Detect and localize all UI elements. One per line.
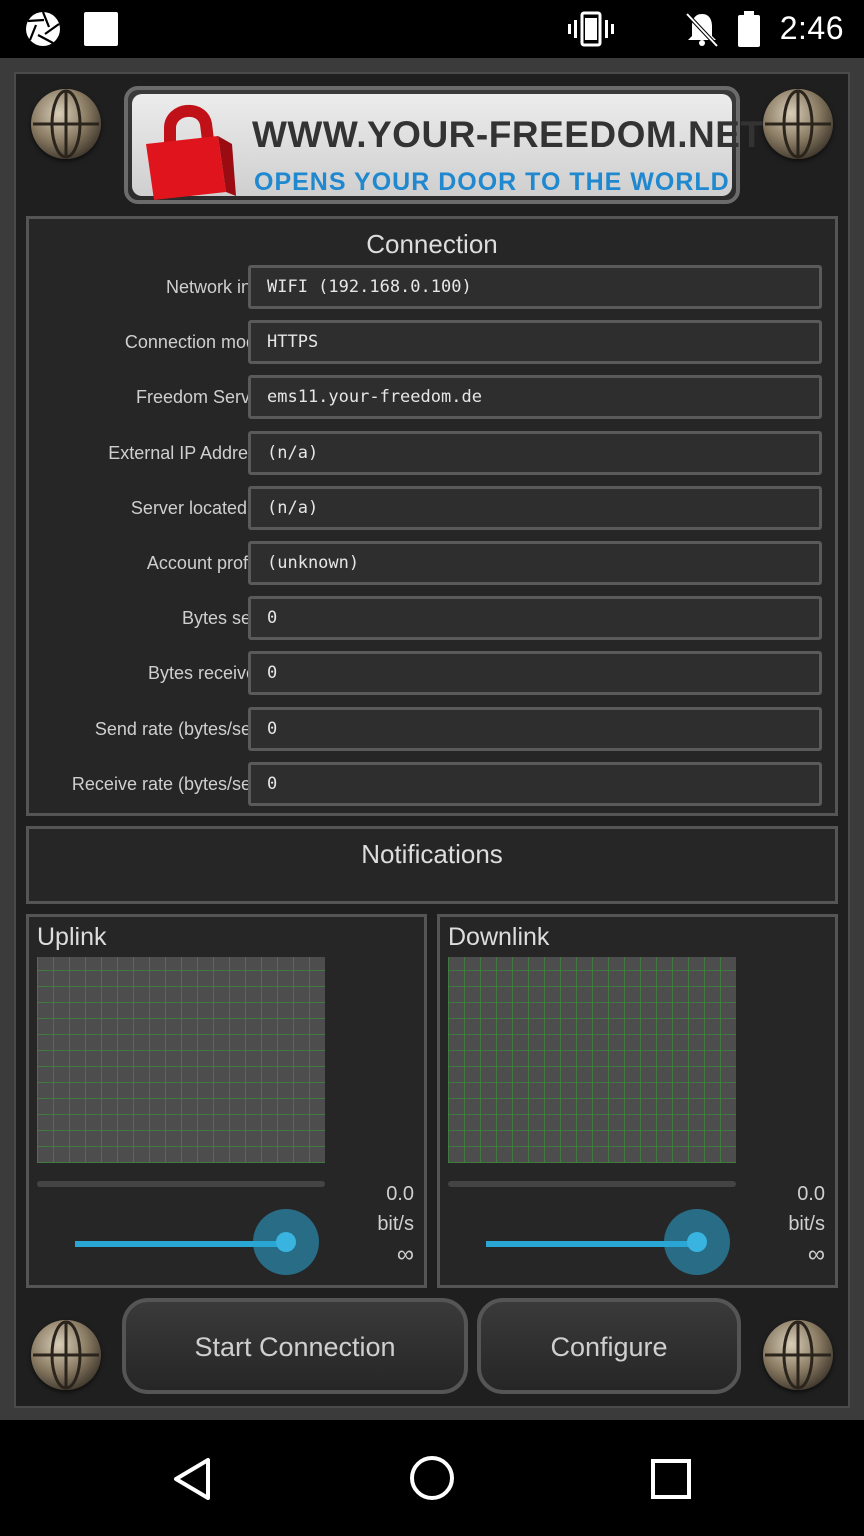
connection-title: Connection	[366, 229, 498, 259]
row-value: 0	[267, 719, 278, 739]
uplink-limit: ∞	[396, 1241, 414, 1268]
row-value-field: 0	[248, 596, 822, 640]
home-icon[interactable]	[408, 1454, 456, 1502]
lock-icon	[146, 104, 236, 200]
row-value: 0	[267, 663, 278, 683]
downlink-slider-thumb[interactable]	[664, 1209, 730, 1275]
uplink-slider-thumb[interactable]	[253, 1209, 319, 1275]
row-value-field: HTTPS	[248, 320, 822, 364]
row-label: Server located in	[130, 498, 266, 518]
downlink-panel: Downlink 0.0 bit/s ∞	[437, 914, 838, 1288]
notifications-panel[interactable]: Notifications	[26, 826, 838, 904]
logo-banner: WWW.YOUR-FREEDOM.NET OPENS YOUR DOOR TO …	[124, 86, 763, 204]
downlink-rate: 0.0	[797, 1183, 825, 1205]
globe-icon[interactable]	[31, 89, 101, 159]
row-label: External IP Address	[108, 443, 266, 463]
configure-button[interactable]: Configure	[477, 1298, 741, 1394]
aperture-icon	[26, 11, 60, 46]
row-value: HTTPS	[267, 332, 319, 352]
back-icon[interactable]	[170, 1456, 214, 1502]
uplink-level-bar	[37, 1181, 325, 1187]
no-notifications-icon	[685, 12, 719, 48]
downlink-unit: bit/s	[788, 1213, 825, 1235]
row-value-field: (n/a)	[248, 486, 822, 530]
row-value-field: 0	[248, 651, 822, 695]
row-value: WIFI (192.168.0.100)	[267, 277, 472, 297]
start-connection-label: Start Connection	[194, 1332, 396, 1362]
banner-title: WWW.YOUR-FREEDOM.NET	[252, 114, 764, 155]
navigation-bar	[0, 1420, 864, 1536]
row-label: Freedom Server	[135, 387, 266, 407]
row-value: ems11.your-freedom.de	[267, 387, 482, 407]
vibrate-icon	[568, 11, 614, 47]
globe-icon[interactable]	[31, 1320, 101, 1390]
uplink-panel: Uplink 0.0 bit/s ∞	[26, 914, 427, 1288]
row-value: (unknown)	[267, 553, 360, 573]
row-value-field: (unknown)	[248, 541, 822, 585]
globe-icon[interactable]	[763, 89, 833, 159]
row-value: 0	[267, 774, 278, 794]
notifications-title: Notifications	[361, 839, 503, 869]
uplink-title: Uplink	[37, 923, 107, 951]
row-value-field: WIFI (192.168.0.100)	[248, 265, 822, 309]
row-label: Send rate (bytes/sec)	[94, 719, 266, 739]
row-value-field: (n/a)	[248, 431, 822, 475]
uplink-graph	[37, 957, 325, 1163]
image-icon	[84, 12, 118, 46]
row-label: Receive rate (bytes/sec)	[71, 774, 266, 794]
globe-icon[interactable]	[763, 1320, 833, 1390]
downlink-graph	[448, 957, 736, 1163]
uplink-rate: 0.0	[386, 1183, 414, 1205]
uplink-unit: bit/s	[377, 1213, 414, 1235]
banner-subtitle: OPENS YOUR DOOR TO THE WORLD	[254, 168, 730, 196]
start-connection-button[interactable]: Start Connection	[122, 1298, 468, 1394]
row-value: 0	[267, 608, 278, 628]
row-value: (n/a)	[267, 498, 319, 518]
battery-icon	[738, 11, 760, 47]
row-value-field: 0	[248, 707, 822, 751]
status-bar: 2:46	[0, 0, 864, 58]
row-value: (n/a)	[267, 443, 319, 463]
downlink-level-bar	[448, 1181, 736, 1187]
downlink-limit: ∞	[807, 1241, 825, 1268]
clock: 2:46	[779, 10, 844, 46]
configure-label: Configure	[550, 1332, 668, 1362]
row-label: Connection mode	[124, 332, 266, 352]
row-value-field: ems11.your-freedom.de	[248, 375, 822, 419]
downlink-title: Downlink	[448, 923, 550, 951]
recents-icon[interactable]	[650, 1458, 692, 1500]
row-value-field: 0	[248, 762, 822, 806]
